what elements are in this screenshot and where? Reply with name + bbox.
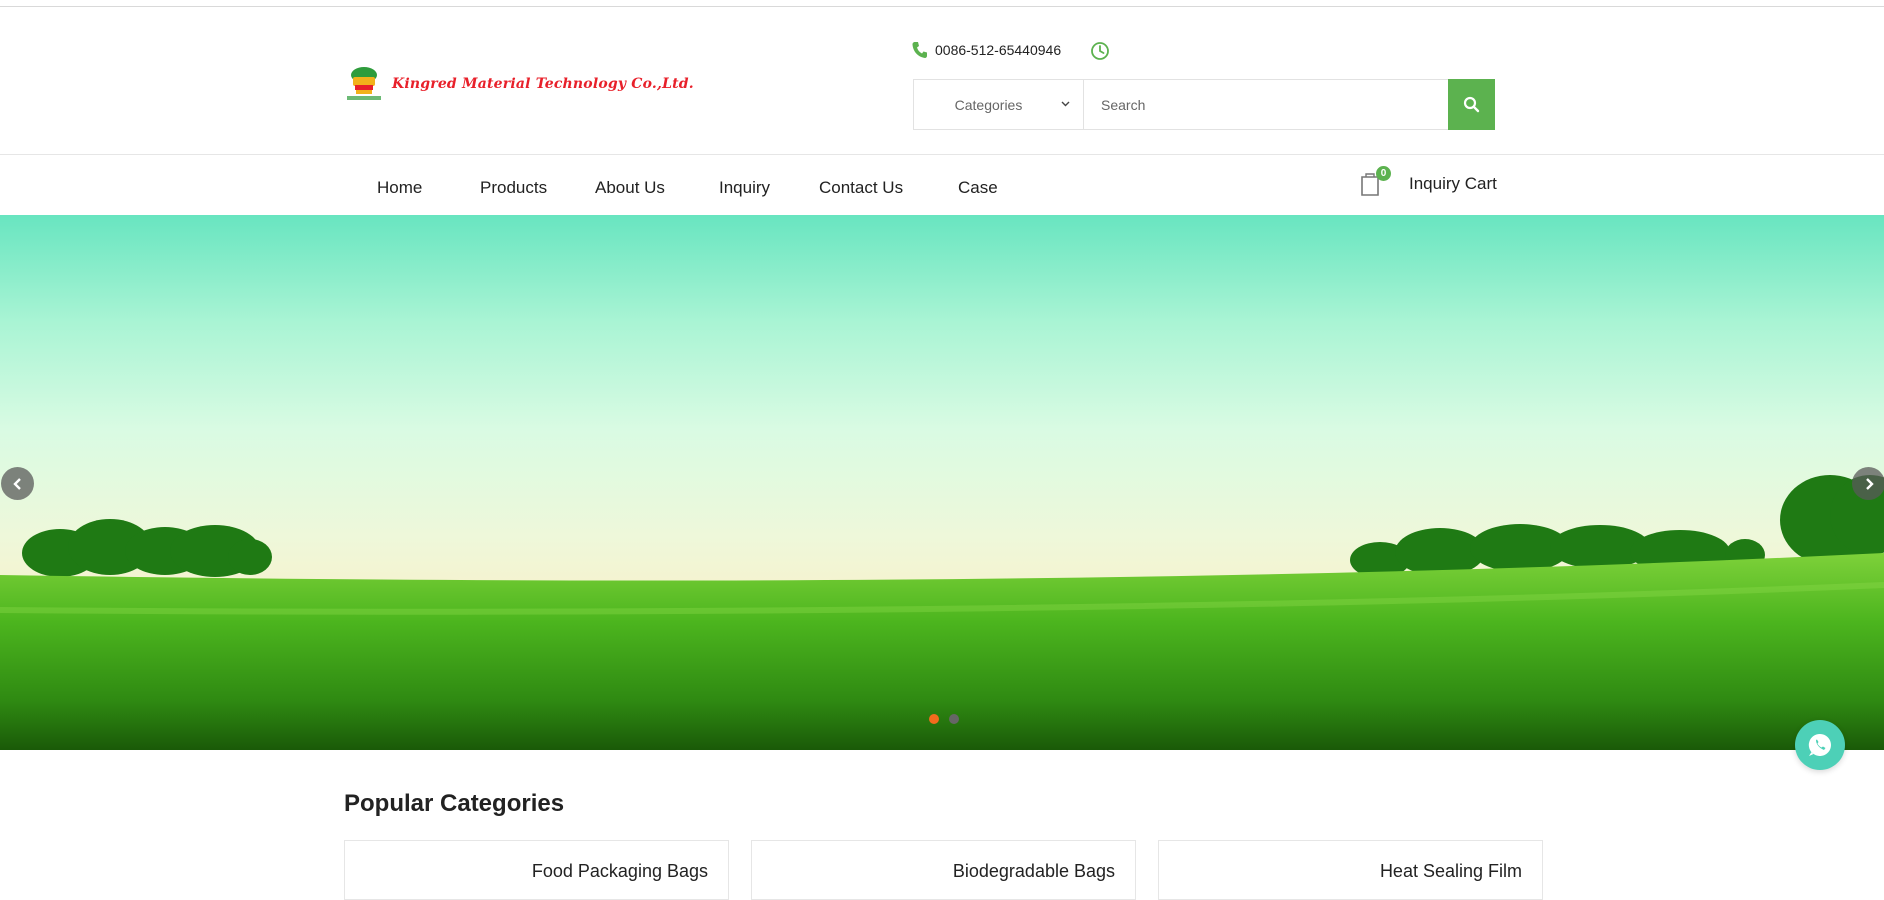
inquiry-cart[interactable]: 0 Inquiry Cart <box>1360 166 1497 196</box>
chevron-down-icon <box>1061 101 1070 107</box>
nav-item-home[interactable]: Home <box>377 178 422 198</box>
category-card-label: Heat Sealing Film <box>1379 861 1522 881</box>
hero-banner <box>0 215 1884 750</box>
search-button[interactable] <box>1448 79 1495 130</box>
category-card-biodegradable-bags[interactable]: Biodegradable Bags <box>751 840 1136 900</box>
cart-count-badge: 0 <box>1376 166 1391 181</box>
phone-icon <box>912 42 927 58</box>
nav-item-contact-us[interactable]: Contact Us <box>819 178 903 198</box>
logo-text: Kingred Material Technology Co.,Ltd. <box>392 76 694 92</box>
category-select[interactable]: Categories <box>914 80 1084 129</box>
clock-icon <box>1091 42 1109 60</box>
category-card-heat-sealing-film[interactable]: Heat Sealing Film <box>1158 840 1543 900</box>
search-input[interactable] <box>1084 80 1448 129</box>
chevron-left-icon <box>12 477 21 490</box>
whatsapp-icon <box>1808 733 1831 756</box>
phone-contact[interactable]: 0086-512-65440946 <box>912 41 1061 58</box>
hero-landscape-image <box>0 475 1884 750</box>
site-header: Kingred Material Technology Co.,Ltd. 008… <box>0 7 1884 155</box>
nav-item-case[interactable]: Case <box>958 178 998 198</box>
search-bar: Categories <box>913 79 1495 130</box>
slider-dot-2[interactable] <box>949 714 959 724</box>
logo[interactable]: Kingred Material Technology Co.,Ltd. <box>344 65 694 103</box>
slider-next-button[interactable] <box>1852 467 1884 500</box>
main-nav: Home Products About Us Inquiry Contact U… <box>0 156 1884 214</box>
category-card-food-packaging-bags[interactable]: Food Packaging Bags <box>344 840 729 900</box>
whatsapp-button[interactable] <box>1795 720 1845 770</box>
nav-item-about-us[interactable]: About Us <box>595 178 665 198</box>
category-select-label: Categories <box>954 96 1023 113</box>
category-card-label: Food Packaging Bags <box>531 861 708 881</box>
chevron-right-icon <box>1865 477 1874 490</box>
top-strip <box>0 0 1884 7</box>
nav-item-inquiry[interactable]: Inquiry <box>719 178 770 198</box>
cart-icon: 0 <box>1360 166 1391 196</box>
search-icon <box>1463 96 1480 113</box>
logo-mark-icon <box>344 65 384 103</box>
cart-label: Inquiry Cart <box>1409 174 1497 193</box>
popular-categories-title: Popular Categories <box>344 790 565 817</box>
phone-number: 0086-512-65440946 <box>935 41 1062 58</box>
slider-prev-button[interactable] <box>1 467 34 500</box>
category-card-label: Biodegradable Bags <box>952 861 1115 881</box>
nav-item-products[interactable]: Products <box>480 178 547 198</box>
slider-dot-1[interactable] <box>929 714 939 724</box>
